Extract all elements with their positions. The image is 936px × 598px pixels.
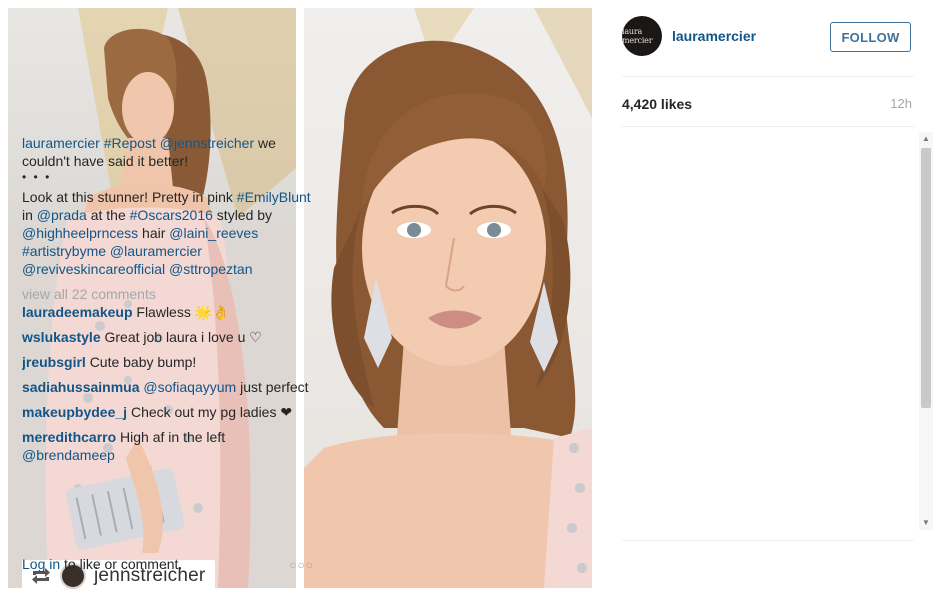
caption-hair: hair [138,225,170,241]
comment-mention[interactable]: @sofiaqayyum [143,379,236,395]
comment-username[interactable]: jreubsgirl [22,354,86,370]
comment-text: High af in the left [120,429,226,445]
caption: lauramercier #Repost @jennstreicher we c… [22,134,318,278]
scroll-down-arrow-icon[interactable]: ▼ [919,516,933,530]
username-link[interactable]: lauramercier [672,28,756,44]
comment-text: Check out my pg ladies ❤ [130,404,293,420]
comment-username[interactable]: meredithcarro [22,429,116,445]
login-link[interactable]: Log in [22,556,60,572]
post-footer: Log in to like or comment. ○○○ [22,556,314,576]
comments-scrollbar[interactable]: ▲ ▼ [919,132,933,530]
comment-username[interactable]: wslukastyle [22,329,101,345]
more-options-icon[interactable]: ○○○ [289,558,314,572]
caption-dots: • • • [22,170,52,184]
comment-username[interactable]: sadiahussainmua [22,379,140,395]
comment-text: Flawless 🌟👌 [136,304,230,320]
caption-styled-by: styled by [212,207,273,223]
timestamp[interactable]: 12h [890,96,912,111]
caption-body: Look at this stunner! Pretty in pink [22,189,237,205]
comment-mention[interactable]: @brendameep [22,447,115,463]
likes-row: 4,420 likes 12h [622,96,912,116]
caption-tags[interactable]: #Repost @jennstreicher [104,135,254,151]
comment-username[interactable]: lauradeemakeup [22,304,133,320]
divider [622,126,914,127]
post-header: laura mercier lauramercier FOLLOW [600,0,936,76]
hashtag-artistrybyme[interactable]: #artistrybyme [22,243,106,259]
view-all-comments-link[interactable]: view all 22 comments [22,285,318,303]
photo-right-illustration [304,8,592,588]
caption-in: in [22,207,37,223]
comment-item: makeupbydee_j Check out my pg ladies ❤ [22,403,318,421]
comment-text: just perfect [236,379,309,395]
post-sidebar: laura mercier lauramercier FOLLOW 4,420 … [600,0,936,598]
comment-item: lauradeemakeup Flawless 🌟👌 [22,303,318,321]
mention-reviveskincare[interactable]: @reviveskincareofficial [22,261,165,277]
mention-sttropeztan[interactable]: @sttropeztan [169,261,252,277]
mention-laini[interactable]: @laini_reeves [169,225,258,241]
follow-button[interactable]: FOLLOW [830,22,911,52]
comments-list[interactable]: lauramercier #Repost @jennstreicher we c… [22,134,318,530]
avatar[interactable]: laura mercier [622,16,662,56]
comment-item: wslukastyle Great job laura i love u ♡ [22,328,318,346]
scroll-thumb[interactable] [921,148,931,408]
avatar-text: laura mercier [622,27,653,45]
likes-count[interactable]: 4,420 likes [622,96,692,112]
comment-username[interactable]: makeupbydee_j [22,404,127,420]
comment-item: meredithcarro High af in the left @brend… [22,428,318,464]
comment-item: jreubsgirl Cute baby bump! [22,353,318,371]
scroll-up-arrow-icon[interactable]: ▲ [919,132,933,146]
comment-text: Cute baby bump! [89,354,197,370]
hashtag-oscars[interactable]: #Oscars2016 [130,207,213,223]
caption-at-the: at the [86,207,130,223]
hashtag-emilyblunt[interactable]: #EmilyBlunt [237,189,311,205]
caption-username[interactable]: lauramercier [22,135,100,151]
comment-item: sadiahussainmua @sofiaqayyum just perfec… [22,378,318,396]
mention-lauramercier[interactable]: @lauramercier [110,243,202,259]
mention-highheelprncess[interactable]: @highheelprncess [22,225,138,241]
divider [622,76,914,77]
comment-text: Great job laura i love u ♡ [104,329,262,345]
photo-right-panel [304,8,592,588]
divider [622,540,914,541]
login-prompt-text: to like or comment. [60,556,183,572]
mention-prada[interactable]: @prada [37,207,87,223]
